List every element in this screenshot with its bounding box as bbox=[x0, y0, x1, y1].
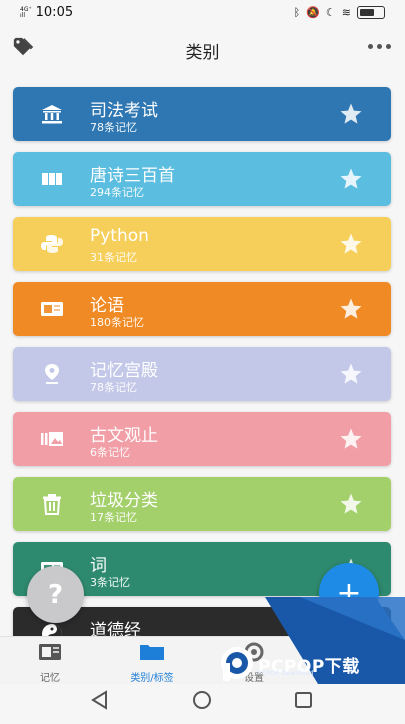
category-name: 司法考试 bbox=[90, 101, 158, 121]
star-icon[interactable] bbox=[339, 492, 363, 516]
nav-tab-memory-label: 记忆 bbox=[40, 673, 60, 684]
category-name: Python bbox=[90, 226, 149, 246]
folder-icon bbox=[140, 645, 164, 660]
category-count: 3条记忆 bbox=[90, 576, 130, 589]
battery-level bbox=[360, 9, 374, 16]
add-category-button[interactable]: + bbox=[319, 563, 379, 623]
columns-icon bbox=[40, 168, 64, 190]
category-name: 词 bbox=[90, 556, 107, 576]
star-icon[interactable] bbox=[339, 297, 363, 321]
category-name: 唐诗三百首 bbox=[90, 166, 175, 186]
star-icon[interactable] bbox=[339, 362, 363, 386]
recents-icon[interactable] bbox=[295, 692, 312, 708]
memory-card-icon bbox=[39, 644, 61, 660]
page-title: 类别 bbox=[185, 43, 220, 63]
category-count: 31条记忆 bbox=[90, 251, 137, 264]
signal-indicator: 4G⁺ ıll bbox=[20, 5, 32, 19]
category-name: 记忆宫殿 bbox=[90, 361, 158, 381]
back-icon[interactable] bbox=[91, 690, 107, 710]
gallery-icon bbox=[40, 428, 64, 450]
status-icons: ᛒ 🔕 ☾ ≋ bbox=[294, 6, 385, 19]
category-card[interactable]: 记忆宫殿 78条记忆 bbox=[13, 347, 391, 401]
category-card[interactable]: 司法考试 78条记忆 bbox=[13, 87, 391, 141]
location-icon bbox=[40, 363, 64, 385]
python-icon bbox=[40, 233, 64, 255]
category-count: 6条记忆 bbox=[90, 446, 130, 459]
category-card[interactable]: 垃圾分类 17条记忆 bbox=[13, 477, 391, 531]
category-name: 古文观止 bbox=[90, 426, 158, 446]
moon-icon: ☾ bbox=[325, 6, 336, 19]
home-icon[interactable] bbox=[193, 691, 211, 709]
battery-icon bbox=[357, 6, 385, 19]
clock: 10:05 bbox=[35, 5, 74, 20]
nav-tab-categories-label: 类别/标签 bbox=[130, 673, 174, 684]
watermark-sub: PCPOP Download bbox=[258, 670, 314, 677]
trash-icon bbox=[40, 493, 64, 515]
nav-tab-categories[interactable]: 类别/标签 bbox=[102, 641, 202, 684]
category-name: 论语 bbox=[90, 296, 124, 316]
star-icon[interactable] bbox=[339, 167, 363, 191]
star-icon[interactable] bbox=[339, 232, 363, 256]
wifi-icon: ≋ bbox=[341, 6, 351, 19]
category-card[interactable]: 唐诗三百首 294条记忆 bbox=[13, 152, 391, 206]
category-card[interactable]: Python 31条记忆 bbox=[13, 217, 391, 271]
category-card[interactable]: 论语 180条记忆 bbox=[13, 282, 391, 336]
star-icon[interactable] bbox=[339, 102, 363, 126]
category-count: 180条记忆 bbox=[90, 316, 144, 329]
category-count: 78条记忆 bbox=[90, 121, 137, 134]
app-header: 类别 bbox=[0, 26, 405, 74]
category-count: 294条记忆 bbox=[90, 186, 144, 199]
bluetooth-icon: ᛒ bbox=[293, 6, 301, 19]
bank-icon bbox=[40, 103, 64, 125]
category-name: 垃圾分类 bbox=[90, 491, 158, 511]
category-card[interactable]: 古文观止 6条记忆 bbox=[13, 412, 391, 466]
mute-icon: 🔕 bbox=[306, 6, 320, 19]
star-icon[interactable] bbox=[339, 427, 363, 451]
nav-tab-memory[interactable]: 记忆 bbox=[0, 641, 100, 684]
card-icon bbox=[40, 298, 64, 320]
category-count: 17条记忆 bbox=[90, 511, 137, 524]
status-left: 4G⁺ ıll 10:05 bbox=[20, 5, 73, 20]
more-icon[interactable] bbox=[368, 44, 391, 49]
system-nav-bar bbox=[0, 684, 405, 720]
help-button[interactable]: ? bbox=[27, 566, 84, 623]
category-count: 78条记忆 bbox=[90, 381, 137, 394]
status-bar: 4G⁺ ıll 10:05 ᛒ 🔕 ☾ ≋ bbox=[0, 0, 405, 26]
